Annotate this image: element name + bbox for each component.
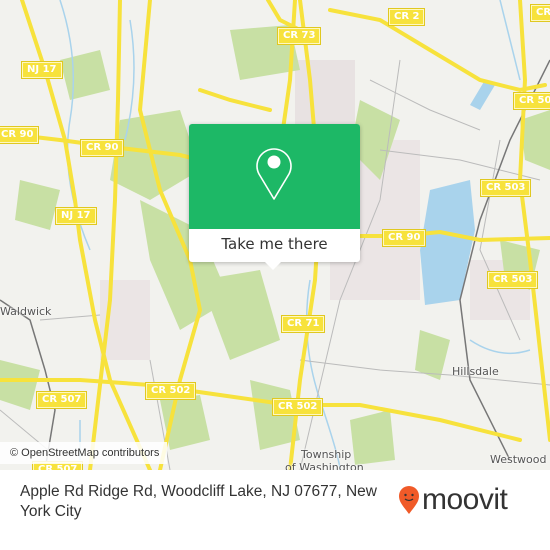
moovit-logo[interactable]: moovit	[398, 480, 508, 520]
moovit-wordmark: moovit	[422, 483, 508, 516]
place-label-township: Township	[301, 448, 352, 461]
map[interactable]: NJ 17 CR 90 CR 90 NJ 17 CR 73 CR 2 CR 50…	[0, 0, 550, 470]
road-label-cr503: CR 503	[486, 271, 539, 289]
place-label-westwood: Westwood	[490, 453, 547, 466]
road-label-cr90: CR 90	[381, 229, 427, 247]
road-label-cr90: CR 90	[0, 126, 40, 144]
road-label-cr: CR	[529, 4, 550, 22]
road-label-cr71: CR 71	[280, 315, 326, 333]
map-pin-icon	[256, 148, 292, 200]
destination-popup[interactable]: Take me there	[189, 124, 360, 262]
road-label-cr502: CR 502	[144, 382, 197, 400]
popup-pointer	[264, 261, 282, 270]
road-label-cr73: CR 73	[276, 27, 322, 45]
road-label-cr503: CR 503	[512, 92, 550, 110]
moovit-pin-icon	[399, 486, 419, 514]
road-label-cr507: CR 507	[35, 391, 88, 409]
road-label-cr2: CR 2	[387, 8, 426, 26]
road-label-nj17: NJ 17	[55, 207, 97, 225]
address-text: Apple Rd Ridge Rd, Woodcliff Lake, NJ 07…	[20, 483, 377, 520]
footer: Apple Rd Ridge Rd, Woodcliff Lake, NJ 07…	[0, 470, 550, 550]
place-label-waldwick: Waldwick	[0, 305, 52, 318]
road-label-nj17: NJ 17	[21, 61, 63, 79]
road-label-cr502: CR 502	[271, 398, 324, 416]
residential-area	[295, 60, 355, 130]
place-label-hillsdale: Hillsdale	[452, 365, 499, 378]
take-me-there-button[interactable]: Take me there	[189, 229, 360, 262]
place-label-of-washington: of Washington	[285, 461, 364, 470]
road-label-cr503: CR 503	[479, 179, 532, 197]
road-label-cr90: CR 90	[79, 139, 125, 157]
popup-header	[189, 124, 360, 229]
map-attribution[interactable]: © OpenStreetMap contributors	[0, 442, 168, 464]
